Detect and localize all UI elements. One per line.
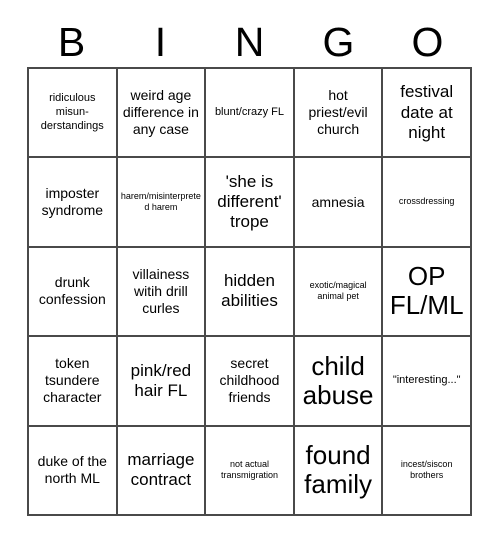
bingo-cell-label: duke of the north ML bbox=[37, 453, 107, 487]
bingo-cell[interactable]: 'she is different' trope bbox=[206, 158, 295, 248]
bingo-cell-label: hot priest/evil church bbox=[308, 87, 368, 138]
bingo-cell-label: "interesting..." bbox=[392, 374, 461, 387]
bingo-cell[interactable]: villainess witih drill curles bbox=[117, 247, 207, 338]
header-letter-g: G bbox=[322, 18, 355, 65]
bingo-cell-label: exotic/magical animal pet bbox=[309, 280, 367, 302]
bingo-cell-label: weird age difference in any case bbox=[122, 87, 199, 138]
bingo-cell[interactable]: pink/red hair FL bbox=[117, 337, 207, 427]
header-letter-i: I bbox=[154, 18, 167, 65]
bingo-card: B I N G O ridiculous misun-derstandings w… bbox=[0, 0, 500, 544]
bingo-cell-label: not actual transmigration bbox=[220, 459, 278, 481]
header-letter-b: B bbox=[57, 18, 86, 65]
bingo-cell[interactable]: harem/misinterpreted harem bbox=[117, 158, 207, 248]
bingo-cell-label: marriage contract bbox=[127, 449, 195, 490]
bingo-cell[interactable]: hidden abilities bbox=[206, 247, 295, 338]
bingo-cell-label: festival date at night bbox=[400, 82, 454, 142]
bingo-cell[interactable]: ridiculous misun-derstandings bbox=[29, 69, 118, 159]
bingo-cell-label: 'she is different' trope bbox=[217, 171, 282, 232]
bingo-cell[interactable]: "interesting..." bbox=[383, 337, 472, 427]
bingo-cell[interactable]: secret childhood friends bbox=[206, 337, 295, 427]
bingo-cell-label: OP FL/ML bbox=[389, 261, 464, 321]
bingo-cell[interactable]: marriage contract bbox=[117, 426, 207, 516]
header-letter-o: O bbox=[411, 18, 444, 65]
bingo-cell[interactable]: token tsundere character bbox=[29, 337, 118, 427]
bingo-cell-label: drunk confession bbox=[38, 274, 106, 308]
bingo-cell[interactable]: not actual transmigration bbox=[206, 426, 295, 516]
bingo-cell[interactable]: duke of the north ML bbox=[29, 426, 118, 516]
bingo-cell[interactable]: drunk confession bbox=[29, 247, 118, 338]
bingo-cell-label: imposter syndrome bbox=[41, 185, 104, 219]
bingo-cell[interactable]: crossdressing bbox=[383, 158, 472, 248]
bingo-cell-label: pink/red hair FL bbox=[130, 360, 192, 400]
bingo-cell-label: child abuse bbox=[302, 350, 374, 410]
bingo-cell[interactable]: found family bbox=[294, 426, 384, 516]
bingo-cell[interactable]: incest/siscon brothers bbox=[383, 426, 472, 516]
bingo-cell[interactable]: blunt/crazy FL bbox=[206, 69, 295, 159]
bingo-cell[interactable]: festival date at night bbox=[383, 69, 472, 159]
bingo-cell-label: villainess witih drill curles bbox=[132, 265, 190, 317]
bingo-cell[interactable]: OP FL/ML bbox=[383, 247, 472, 338]
bingo-cell-label: found family bbox=[304, 440, 373, 500]
bingo-cell-label: token tsundere character bbox=[43, 355, 102, 406]
bingo-cell[interactable]: weird age difference in any case bbox=[117, 69, 207, 159]
bingo-cell[interactable]: child abuse bbox=[294, 337, 384, 427]
bingo-cell[interactable]: hot priest/evil church bbox=[294, 69, 384, 159]
bingo-cell-label: incest/siscon brothers bbox=[400, 459, 453, 481]
bingo-cell-label: amnesia bbox=[311, 193, 365, 210]
bingo-cell[interactable]: exotic/magical animal pet bbox=[294, 247, 384, 338]
bingo-cell-label: ridiculous misun-derstandings bbox=[40, 92, 104, 132]
bingo-grid: ridiculous misun-derstandings weird age d… bbox=[27, 67, 472, 516]
bingo-cell-label: hidden abilities bbox=[221, 271, 278, 311]
header-letter-n: N bbox=[234, 18, 265, 65]
bingo-cell[interactable]: amnesia bbox=[294, 158, 384, 248]
bingo-cell[interactable]: imposter syndrome bbox=[29, 158, 118, 248]
bingo-header: B I N G O bbox=[27, 17, 472, 67]
bingo-cell-label: crossdressing bbox=[398, 196, 455, 207]
bingo-cell-label: secret childhood friends bbox=[219, 355, 280, 406]
bingo-cell-label: blunt/crazy FL bbox=[214, 105, 285, 118]
bingo-cell-label: harem/misinterpreted harem bbox=[120, 190, 201, 213]
